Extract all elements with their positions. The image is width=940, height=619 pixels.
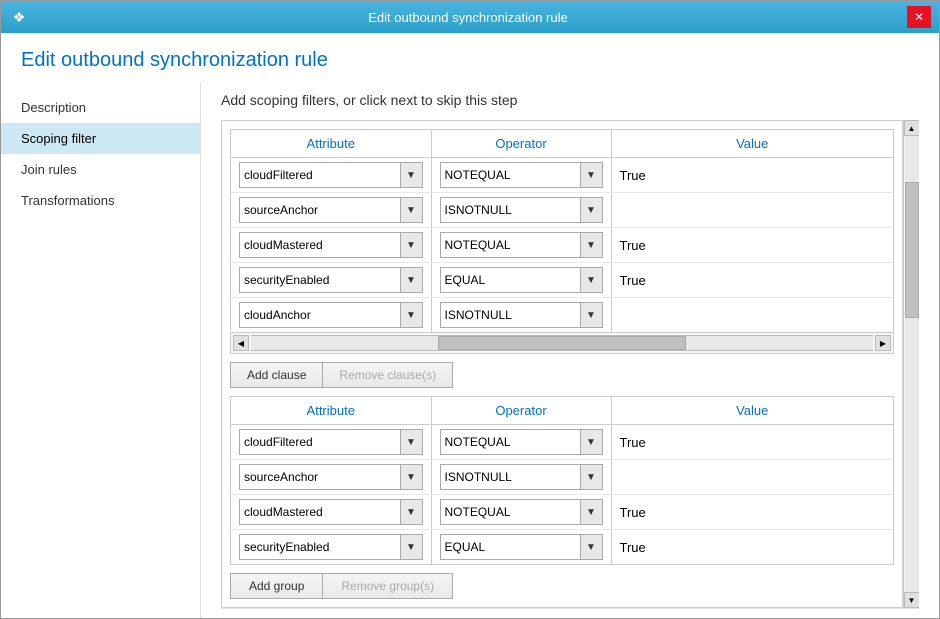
operator-select-1-2[interactable]: ISNOTNULL <box>440 197 581 223</box>
attribute-select-1-4[interactable]: securityEnabled <box>239 267 401 293</box>
table-row: cloudAnchor ▼ <box>231 298 893 333</box>
table-row: cloudMastered ▼ <box>231 495 893 530</box>
col-attribute-2: Attribute <box>231 397 431 425</box>
value-cell-1-2 <box>611 193 893 228</box>
operator-select-2-1[interactable]: NOTEQUAL <box>440 429 581 455</box>
attribute-select-1-2[interactable]: sourceAnchor <box>239 197 401 223</box>
attribute-dropdown-arrow-1-5[interactable]: ▼ <box>401 302 423 328</box>
operator-select-1-3[interactable]: NOTEQUAL <box>440 232 581 258</box>
table-row: cloudFiltered ▼ <box>231 158 893 193</box>
filter-table-1: Attribute Operator Value <box>231 130 893 332</box>
table-row: securityEnabled ▼ <box>231 530 893 565</box>
horiz-scroll-thumb-1 <box>438 336 687 350</box>
operator-dropdown-arrow-1-3[interactable]: ▼ <box>581 232 603 258</box>
attribute-select-1-5[interactable]: cloudAnchor <box>239 302 401 328</box>
right-panel: Add scoping filters, or click next to sk… <box>201 82 939 618</box>
operator-dropdown-arrow-1-5[interactable]: ▼ <box>581 302 603 328</box>
value-cell-2-2 <box>611 460 893 495</box>
attribute-dropdown-arrow-1-4[interactable]: ▼ <box>401 267 423 293</box>
add-group-button[interactable]: Add group <box>230 573 322 599</box>
operator-dropdown-arrow-1-1[interactable]: ▼ <box>581 162 603 188</box>
horiz-scroll-track-1[interactable] <box>251 335 873 351</box>
attribute-dropdown-arrow-2-1[interactable]: ▼ <box>401 429 423 455</box>
group-buttons: Add group Remove group(s) <box>230 573 894 599</box>
remove-group-button[interactable]: Remove group(s) <box>322 573 453 599</box>
horiz-scroll-bar-1[interactable]: ◀ ▶ <box>231 332 893 353</box>
attribute-select-1-1[interactable]: cloudFiltered <box>239 162 401 188</box>
col-value-1: Value <box>611 130 893 158</box>
clause-buttons: Add clause Remove clause(s) <box>230 362 894 388</box>
title-bar-title: Edit outbound synchronization rule <box>29 10 907 25</box>
table-row: cloudMastered ▼ <box>231 228 893 263</box>
scroll-left-btn-1[interactable]: ◀ <box>233 335 249 351</box>
attribute-dropdown-arrow-1-3[interactable]: ▼ <box>401 232 423 258</box>
col-value-2: Value <box>611 397 893 425</box>
operator-select-1-4[interactable]: EQUAL <box>440 267 581 293</box>
value-cell-1-5 <box>611 298 893 333</box>
operator-dropdown-arrow-1-4[interactable]: ▼ <box>581 267 603 293</box>
operator-select-2-3[interactable]: NOTEQUAL <box>440 499 581 525</box>
operator-select-1-5[interactable]: ISNOTNULL <box>440 302 581 328</box>
operator-select-1-1[interactable]: NOTEQUAL <box>440 162 581 188</box>
sidebar: Description Scoping filter Join rules Tr… <box>1 82 201 618</box>
filter-table-2: Attribute Operator Value <box>231 397 893 564</box>
table-row: securityEnabled ▼ <box>231 263 893 298</box>
sidebar-item-join-rules[interactable]: Join rules <box>1 154 200 185</box>
step-description: Add scoping filters, or click next to sk… <box>221 82 919 108</box>
scroll-down-btn[interactable]: ▼ <box>904 592 920 608</box>
bottom-buttons: < Previous Next > Save Cancel <box>221 608 919 618</box>
value-cell-1-3: True <box>611 228 893 263</box>
operator-dropdown-arrow-2-4[interactable]: ▼ <box>581 534 603 560</box>
attribute-select-2-4[interactable]: securityEnabled <box>239 534 401 560</box>
attribute-dropdown-arrow-2-3[interactable]: ▼ <box>401 499 423 525</box>
vertical-scrollbar[interactable]: ▲ ▼ <box>903 120 919 608</box>
col-attribute-1: Attribute <box>231 130 431 158</box>
table-row: cloudFiltered ▼ <box>231 425 893 460</box>
vert-scroll-thumb <box>905 182 919 319</box>
vert-scroll-track[interactable] <box>905 136 919 592</box>
attribute-dropdown-arrow-1-2[interactable]: ▼ <box>401 197 423 223</box>
filter-group-2: Attribute Operator Value <box>230 396 894 565</box>
sidebar-item-scoping-filter[interactable]: Scoping filter <box>1 123 200 154</box>
value-cell-2-3: True <box>611 495 893 530</box>
title-bar-icon: ❖ <box>9 7 29 27</box>
attribute-dropdown-arrow-1-1[interactable]: ▼ <box>401 162 423 188</box>
sidebar-item-description[interactable]: Description <box>1 92 200 123</box>
value-cell-2-4: True <box>611 530 893 565</box>
attribute-dropdown-arrow-2-4[interactable]: ▼ <box>401 534 423 560</box>
table-row: sourceAnchor ▼ <box>231 193 893 228</box>
value-cell-1-4: True <box>611 263 893 298</box>
scroll-area[interactable]: Attribute Operator Value <box>221 120 903 608</box>
value-cell-2-1: True <box>611 425 893 460</box>
operator-dropdown-arrow-1-2[interactable]: ▼ <box>581 197 603 223</box>
page-title: Edit outbound synchronization rule <box>21 49 919 72</box>
attribute-select-1-3[interactable]: cloudMastered <box>239 232 401 258</box>
scroll-up-btn[interactable]: ▲ <box>904 120 920 136</box>
operator-select-2-2[interactable]: ISNOTNULL <box>440 464 581 490</box>
attribute-select-2-2[interactable]: sourceAnchor <box>239 464 401 490</box>
operator-select-2-4[interactable]: EQUAL <box>440 534 581 560</box>
attribute-select-2-1[interactable]: cloudFiltered <box>239 429 401 455</box>
filter-group-1: Attribute Operator Value <box>230 129 894 354</box>
sidebar-item-transformations[interactable]: Transformations <box>1 185 200 216</box>
add-clause-button[interactable]: Add clause <box>230 362 322 388</box>
attribute-dropdown-arrow-2-2[interactable]: ▼ <box>401 464 423 490</box>
close-button[interactable]: ✕ <box>907 6 931 28</box>
scroll-right-btn-1[interactable]: ▶ <box>875 335 891 351</box>
col-operator-1: Operator <box>431 130 611 158</box>
operator-dropdown-arrow-2-2[interactable]: ▼ <box>581 464 603 490</box>
table-row: sourceAnchor ▼ <box>231 460 893 495</box>
page-header: Edit outbound synchronization rule <box>1 33 939 82</box>
title-bar: ❖ Edit outbound synchronization rule ✕ <box>1 1 939 33</box>
operator-dropdown-arrow-2-1[interactable]: ▼ <box>581 429 603 455</box>
attribute-select-2-3[interactable]: cloudMastered <box>239 499 401 525</box>
col-operator-2: Operator <box>431 397 611 425</box>
remove-clause-button[interactable]: Remove clause(s) <box>322 362 453 388</box>
operator-dropdown-arrow-2-3[interactable]: ▼ <box>581 499 603 525</box>
value-cell-1-1: True <box>611 158 893 193</box>
